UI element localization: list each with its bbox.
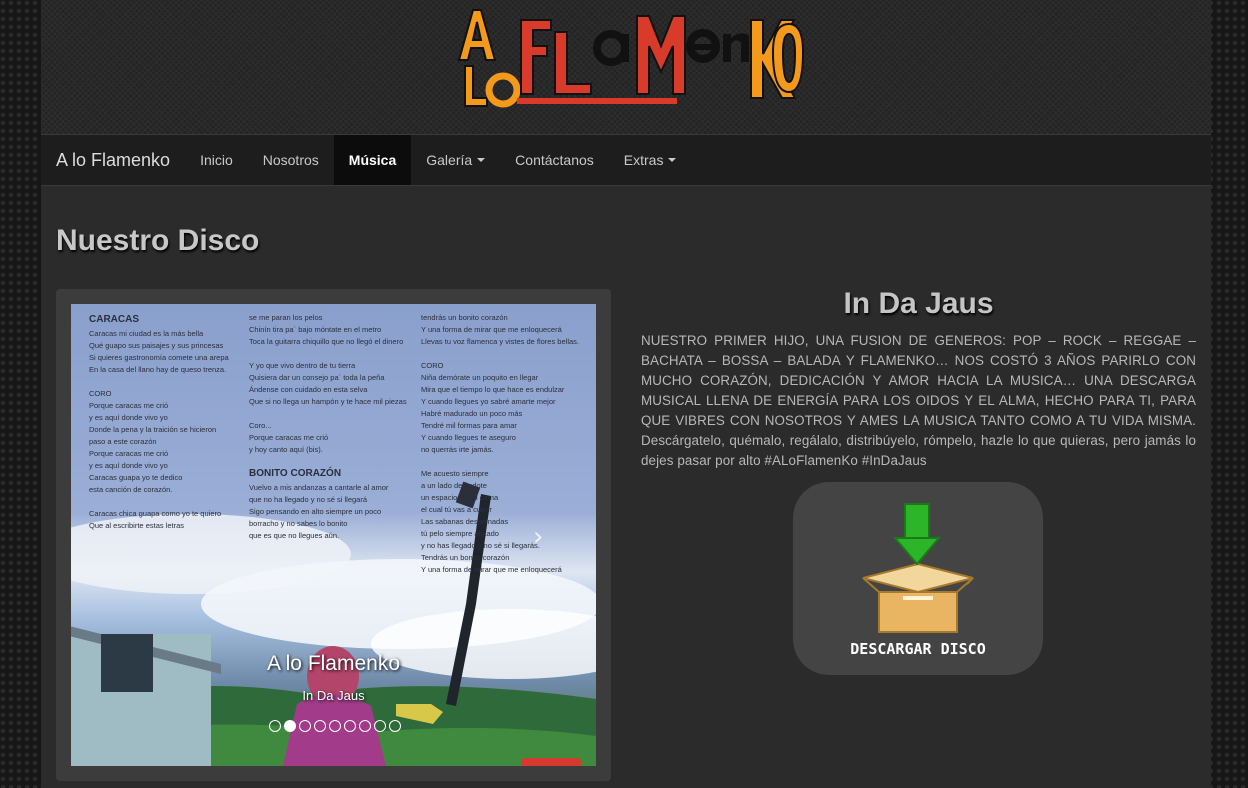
lyric-line: esta canción de corazón. [89, 485, 173, 494]
carousel-panel: CARACAS Caracas mi ciudad es la más bella… [56, 289, 611, 781]
lyric-line: Coro... [249, 421, 272, 430]
carousel-caption-title: A lo Flamenko [266, 652, 401, 675]
lyric-line [421, 348, 579, 360]
lyric-line: Porque caracas me crió [89, 449, 169, 458]
lyric-line: Toca la guitarra chiquillo que no llegó … [249, 337, 404, 346]
lyric-line: Si quieres gastronomía comete una arepa [89, 353, 229, 362]
lyric-line [89, 496, 229, 508]
lyric-line [249, 408, 407, 420]
carousel-indicators [269, 720, 401, 732]
lyric-line: Quisiera dar un consejo pa´ toda la peña [249, 373, 385, 382]
lyric-line: que no ha llegado y no sé si llegará [249, 495, 368, 504]
lyric-line: Caracas guapa yo te dedico [89, 473, 183, 482]
lyric-line: Y cuando llegues yo sabré amarte mejor [421, 397, 556, 406]
lyric-line [89, 376, 229, 388]
lyric-line: Caracas chica guapa como yo te quiero [89, 509, 222, 518]
lyric-line: Me acuesto siempre [421, 469, 489, 478]
lyric-line: Porque caracas me crió [249, 433, 329, 442]
album-carousel[interactable]: CARACAS Caracas mi ciudad es la más bella… [71, 304, 596, 766]
main-navbar: A lo Flamenko Inicio Nosotros Música Gal… [41, 134, 1211, 186]
album-description: NUESTRO PRIMER HIJO, UNA FUSION DE GENER… [641, 333, 1196, 468]
carousel-indicator[interactable] [314, 720, 326, 732]
lyric-line: y hoy canto aquí (bis). [249, 445, 323, 454]
lyric-line: Sigo pensando en alto siempre un poco [249, 507, 382, 516]
lyric-line: CARACAS [89, 314, 139, 325]
lyric-line: paso a este corazón [89, 437, 157, 446]
lyric-line: borracho y no sabes lo bonito [249, 519, 348, 528]
carousel-indicator[interactable] [284, 720, 296, 732]
lyric-line: En la casa del llano hay de queso trenza… [89, 365, 227, 374]
nav-item-inicio[interactable]: Inicio [185, 135, 248, 185]
lyric-line: no querrás irte jamás. [421, 445, 494, 454]
site-logo[interactable] [451, 2, 811, 114]
site-header [41, 0, 1211, 134]
page-container: A lo Flamenko Inicio Nosotros Música Gal… [41, 0, 1211, 788]
lyric-line: Y cuando llegues te aseguro [421, 433, 516, 442]
nav-item-musica[interactable]: Música [333, 135, 412, 185]
lyric-line [249, 348, 407, 360]
caret-down-icon [477, 158, 486, 162]
lyric-line: Ándense con cuidado en esta selva [249, 385, 368, 394]
lyric-line: tendrás un bonito corazón [421, 313, 508, 322]
nav-item-contactanos[interactable]: Contáctanos [500, 135, 609, 185]
lyric-line: Y una forma de mirar que me enloquecerá [421, 325, 562, 334]
navbar-brand[interactable]: A lo Flamenko [41, 135, 185, 185]
lyric-line: un espacio en mi cama [421, 493, 499, 502]
lyric-line: Y una forma de mirar que me enloquecerá [421, 565, 562, 574]
lyric-line [249, 456, 407, 468]
lyric-line: y no has llegado y no sé si llegarás. [421, 541, 540, 550]
lyric-line: Caracas mi ciudad es la más bella [89, 329, 204, 338]
download-box-icon [862, 503, 974, 633]
lyric-line: se me paran los pelos [249, 313, 323, 322]
chevron-right-icon[interactable]: › [533, 522, 543, 552]
nav-item-label: Galería [426, 152, 473, 168]
caret-down-icon [668, 158, 677, 162]
lyric-line: Donde la pena y la traición se hicieron [89, 425, 217, 434]
lyric-line: Llevas tu voz flamenca y vistes de flore… [421, 337, 579, 346]
download-button-label: DESCARGAR DISCO [850, 640, 986, 658]
lyric-line: y es aquí donde vivo yo [89, 413, 168, 422]
lyric-line: que es que no llegues aún. [249, 531, 340, 540]
album-title: In Da Jaus [843, 287, 994, 320]
lyric-line: a un lado dejándote [421, 481, 487, 490]
lyric-line: Habré madurado un poco más [421, 409, 523, 418]
page-title: Nuestro Disco [56, 224, 260, 257]
lyric-line: Mira que el tiempo lo que hace es endulz… [421, 385, 565, 394]
lyrics-column-3: tendrás un bonito corazón Y una forma de … [421, 312, 579, 576]
lyric-line [421, 456, 579, 468]
lyric-line: Chinín tira pa´ bajo móntate en el metro [249, 325, 382, 334]
download-album-button[interactable]: DESCARGAR DISCO [793, 482, 1043, 675]
lyric-line: Que si no llega un hampón y te hace mil … [249, 397, 407, 406]
lyric-line: Porque caracas me crió [89, 401, 169, 410]
carousel-indicator[interactable] [374, 720, 386, 732]
lyric-line: tú pelo siempre agitado [421, 529, 499, 538]
carousel-indicator[interactable] [359, 720, 371, 732]
carousel-indicator[interactable] [329, 720, 341, 732]
lyric-line: CORO [421, 361, 444, 370]
lyric-line: el cual tú vas a cubrir [421, 505, 492, 514]
nav-item-nosotros[interactable]: Nosotros [248, 135, 334, 185]
carousel-caption-subtitle: In Da Jaus [302, 688, 365, 703]
lyric-line: Que al escribirte estas letras [89, 521, 185, 530]
carousel-indicator[interactable] [299, 720, 311, 732]
lyric-line: Qué guapo sus paisajes y sus princesas [89, 341, 224, 350]
lyric-line: CORO [89, 389, 112, 398]
lyrics-column-1: CARACAS Caracas mi ciudad es la más bella… [89, 314, 229, 532]
lyric-line: Vuelvo a mis andanzas a cantarle al amor [249, 483, 389, 492]
nav-item-extras[interactable]: Extras [609, 135, 692, 185]
nav-item-label: Extras [623, 152, 664, 168]
lyric-line: BONITO CORAZÓN [249, 468, 342, 479]
lyric-line: Las sabanas despeinadas [421, 517, 509, 526]
lyric-line: y es aquí donde vivo yo [89, 461, 168, 470]
lyric-line: Y yo que vivo dentro de tu tierra [249, 361, 356, 370]
carousel-indicator[interactable] [389, 720, 401, 732]
lyric-line: Tendré mil formas para amar [421, 421, 517, 430]
lyric-line: Tendrás un bonito corazón [421, 553, 510, 562]
lyrics-column-2: se me paran los pelos Chinín tira pa´ baj… [249, 312, 407, 542]
lyric-line: Niña demórate un poquito en llegar [421, 373, 539, 382]
carousel-indicator[interactable] [269, 720, 281, 732]
nav-item-galeria[interactable]: Galería [411, 135, 500, 185]
carousel-indicator[interactable] [344, 720, 356, 732]
